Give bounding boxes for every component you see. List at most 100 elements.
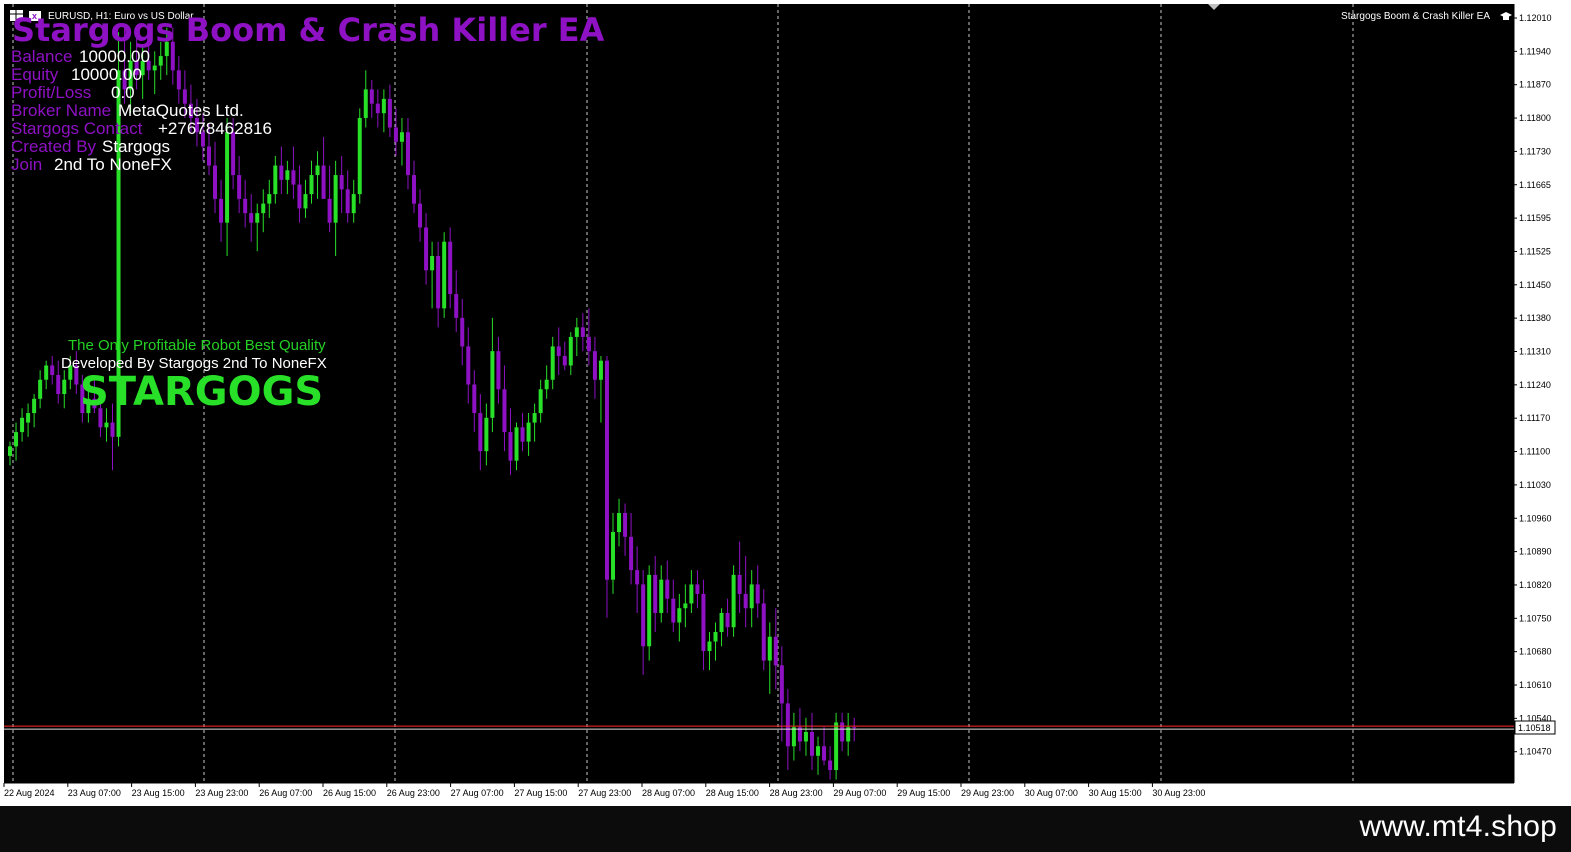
candle — [580, 313, 585, 352]
price-tick-label: 1.11380 — [1519, 313, 1551, 323]
candle-body — [351, 194, 356, 214]
price-axis[interactable]: 1.12010 1.11940 1.11870 1.11800 1.11730 1.116… — [1513, 4, 1571, 783]
price-tick-label: 1.10960 — [1519, 513, 1552, 523]
price-tick-label: 1.11240 — [1519, 380, 1551, 390]
candle — [424, 213, 429, 285]
price-tick-label: 1.11665 — [1519, 180, 1551, 190]
candle — [665, 560, 670, 613]
price-tick-label: 1.10610 — [1519, 680, 1552, 690]
graduation-cap-icon[interactable] — [1500, 12, 1512, 20]
join-label: Join — [11, 155, 42, 174]
shift-marker-icon[interactable] — [1208, 4, 1220, 10]
candle-body — [345, 189, 350, 214]
candle-body — [267, 194, 272, 204]
candle — [846, 712, 851, 756]
candle-body — [611, 532, 615, 580]
candle — [62, 370, 67, 409]
candle — [737, 541, 742, 613]
price-tick-layer: 1.12010 1.11940 1.11870 1.11800 1.11730 1.116… — [1514, 13, 1552, 757]
candle — [279, 146, 284, 195]
ea-info-panel: Stargogs Boom & Crash Killer EA Balance … — [11, 11, 605, 174]
time-tick-label: 27 Aug 07:00 — [451, 788, 504, 798]
candle-body — [56, 374, 61, 395]
candle-body — [369, 89, 374, 104]
time-tick-label: 30 Aug 15:00 — [1089, 788, 1142, 798]
candle-body — [213, 165, 218, 199]
candle-body — [291, 170, 296, 185]
candle — [791, 712, 796, 761]
time-tick-layer: 22 Aug 2024 23 Aug 07:00 23 Aug 15:00 23 Au… — [3, 783, 1205, 798]
candle — [249, 194, 254, 242]
candle-body — [852, 727, 857, 729]
candle-body — [231, 132, 236, 176]
profit-loss-label: Profit/Loss — [11, 83, 91, 102]
candle-body — [785, 703, 790, 747]
candle — [731, 565, 736, 637]
candle — [755, 565, 760, 618]
price-tick-label: 1.11030 — [1519, 480, 1551, 490]
ea-row-balance: Balance 10000.00 — [11, 47, 150, 66]
time-axis[interactable]: 22 Aug 2024 23 Aug 07:00 23 Aug 15:00 23 Au… — [0, 782, 1571, 806]
candle-body — [303, 194, 308, 209]
watermark-bar: www.mt4.shop — [0, 806, 1571, 852]
candle-body — [327, 198, 332, 223]
candle-body — [249, 213, 254, 223]
candle-body — [219, 198, 224, 223]
profit-loss-value: 0.0 — [111, 83, 135, 102]
time-tick-label: 23 Aug 23:00 — [195, 788, 248, 798]
candle — [375, 89, 380, 128]
candle-body — [683, 603, 688, 609]
candle-body — [484, 417, 489, 452]
candle-body — [580, 327, 585, 337]
candle — [44, 360, 49, 390]
time-tick-label: 29 Aug 23:00 — [961, 788, 1014, 798]
candle — [629, 513, 634, 585]
candle — [725, 598, 730, 637]
candle — [363, 70, 368, 128]
candle-body — [104, 422, 109, 428]
candle — [822, 727, 827, 766]
candle — [544, 365, 549, 399]
candle-body — [490, 351, 495, 418]
ea-row-profit-loss: Profit/Loss 0.0 — [11, 83, 135, 102]
candle-body — [840, 722, 845, 742]
candle-body — [520, 427, 525, 442]
candle-body — [357, 117, 362, 195]
candle-body — [598, 360, 603, 380]
candle — [472, 370, 477, 433]
candle-body — [749, 584, 754, 609]
candle-body — [713, 632, 718, 642]
ea-row-created-by: Created By Stargogs — [11, 137, 170, 156]
candle-body — [737, 574, 742, 594]
candle — [243, 179, 248, 228]
candle — [809, 712, 814, 771]
candle-body — [279, 165, 284, 180]
candle-body — [466, 346, 471, 385]
candle — [761, 589, 766, 671]
current-price-line-layer — [4, 725, 1514, 730]
chart-area[interactable]: x EURUSD, H1: Euro vs US Dollar Stargogs… — [4, 4, 1514, 783]
price-tick-label: 1.11525 — [1519, 246, 1551, 256]
candle-body — [514, 427, 519, 461]
candle — [225, 117, 230, 256]
candlestick-chart[interactable]: x EURUSD, H1: Euro vs US Dollar Stargogs… — [4, 4, 1514, 783]
time-axis-svg: 22 Aug 2024 23 Aug 07:00 23 Aug 15:00 23 Au… — [3, 782, 1514, 798]
candle-body — [472, 384, 477, 414]
candle-body — [701, 593, 706, 652]
candle — [550, 336, 555, 390]
candle-body — [152, 65, 157, 71]
candle-body — [20, 417, 25, 433]
candle-body — [725, 612, 730, 628]
current-price-tag: 1.10518 — [1514, 720, 1556, 735]
candle-body — [50, 365, 55, 375]
ea-row-contact: Stargogs Contact +27678462816 — [11, 119, 272, 138]
candle-body — [568, 336, 573, 366]
candle-body — [791, 727, 796, 747]
candle — [442, 232, 447, 318]
candle-body — [538, 389, 543, 414]
equity-label: Equity — [11, 65, 59, 84]
price-tick-label: 1.11100 — [1519, 447, 1550, 457]
candle — [556, 327, 561, 375]
candle — [635, 546, 640, 613]
candle-body — [412, 175, 417, 204]
